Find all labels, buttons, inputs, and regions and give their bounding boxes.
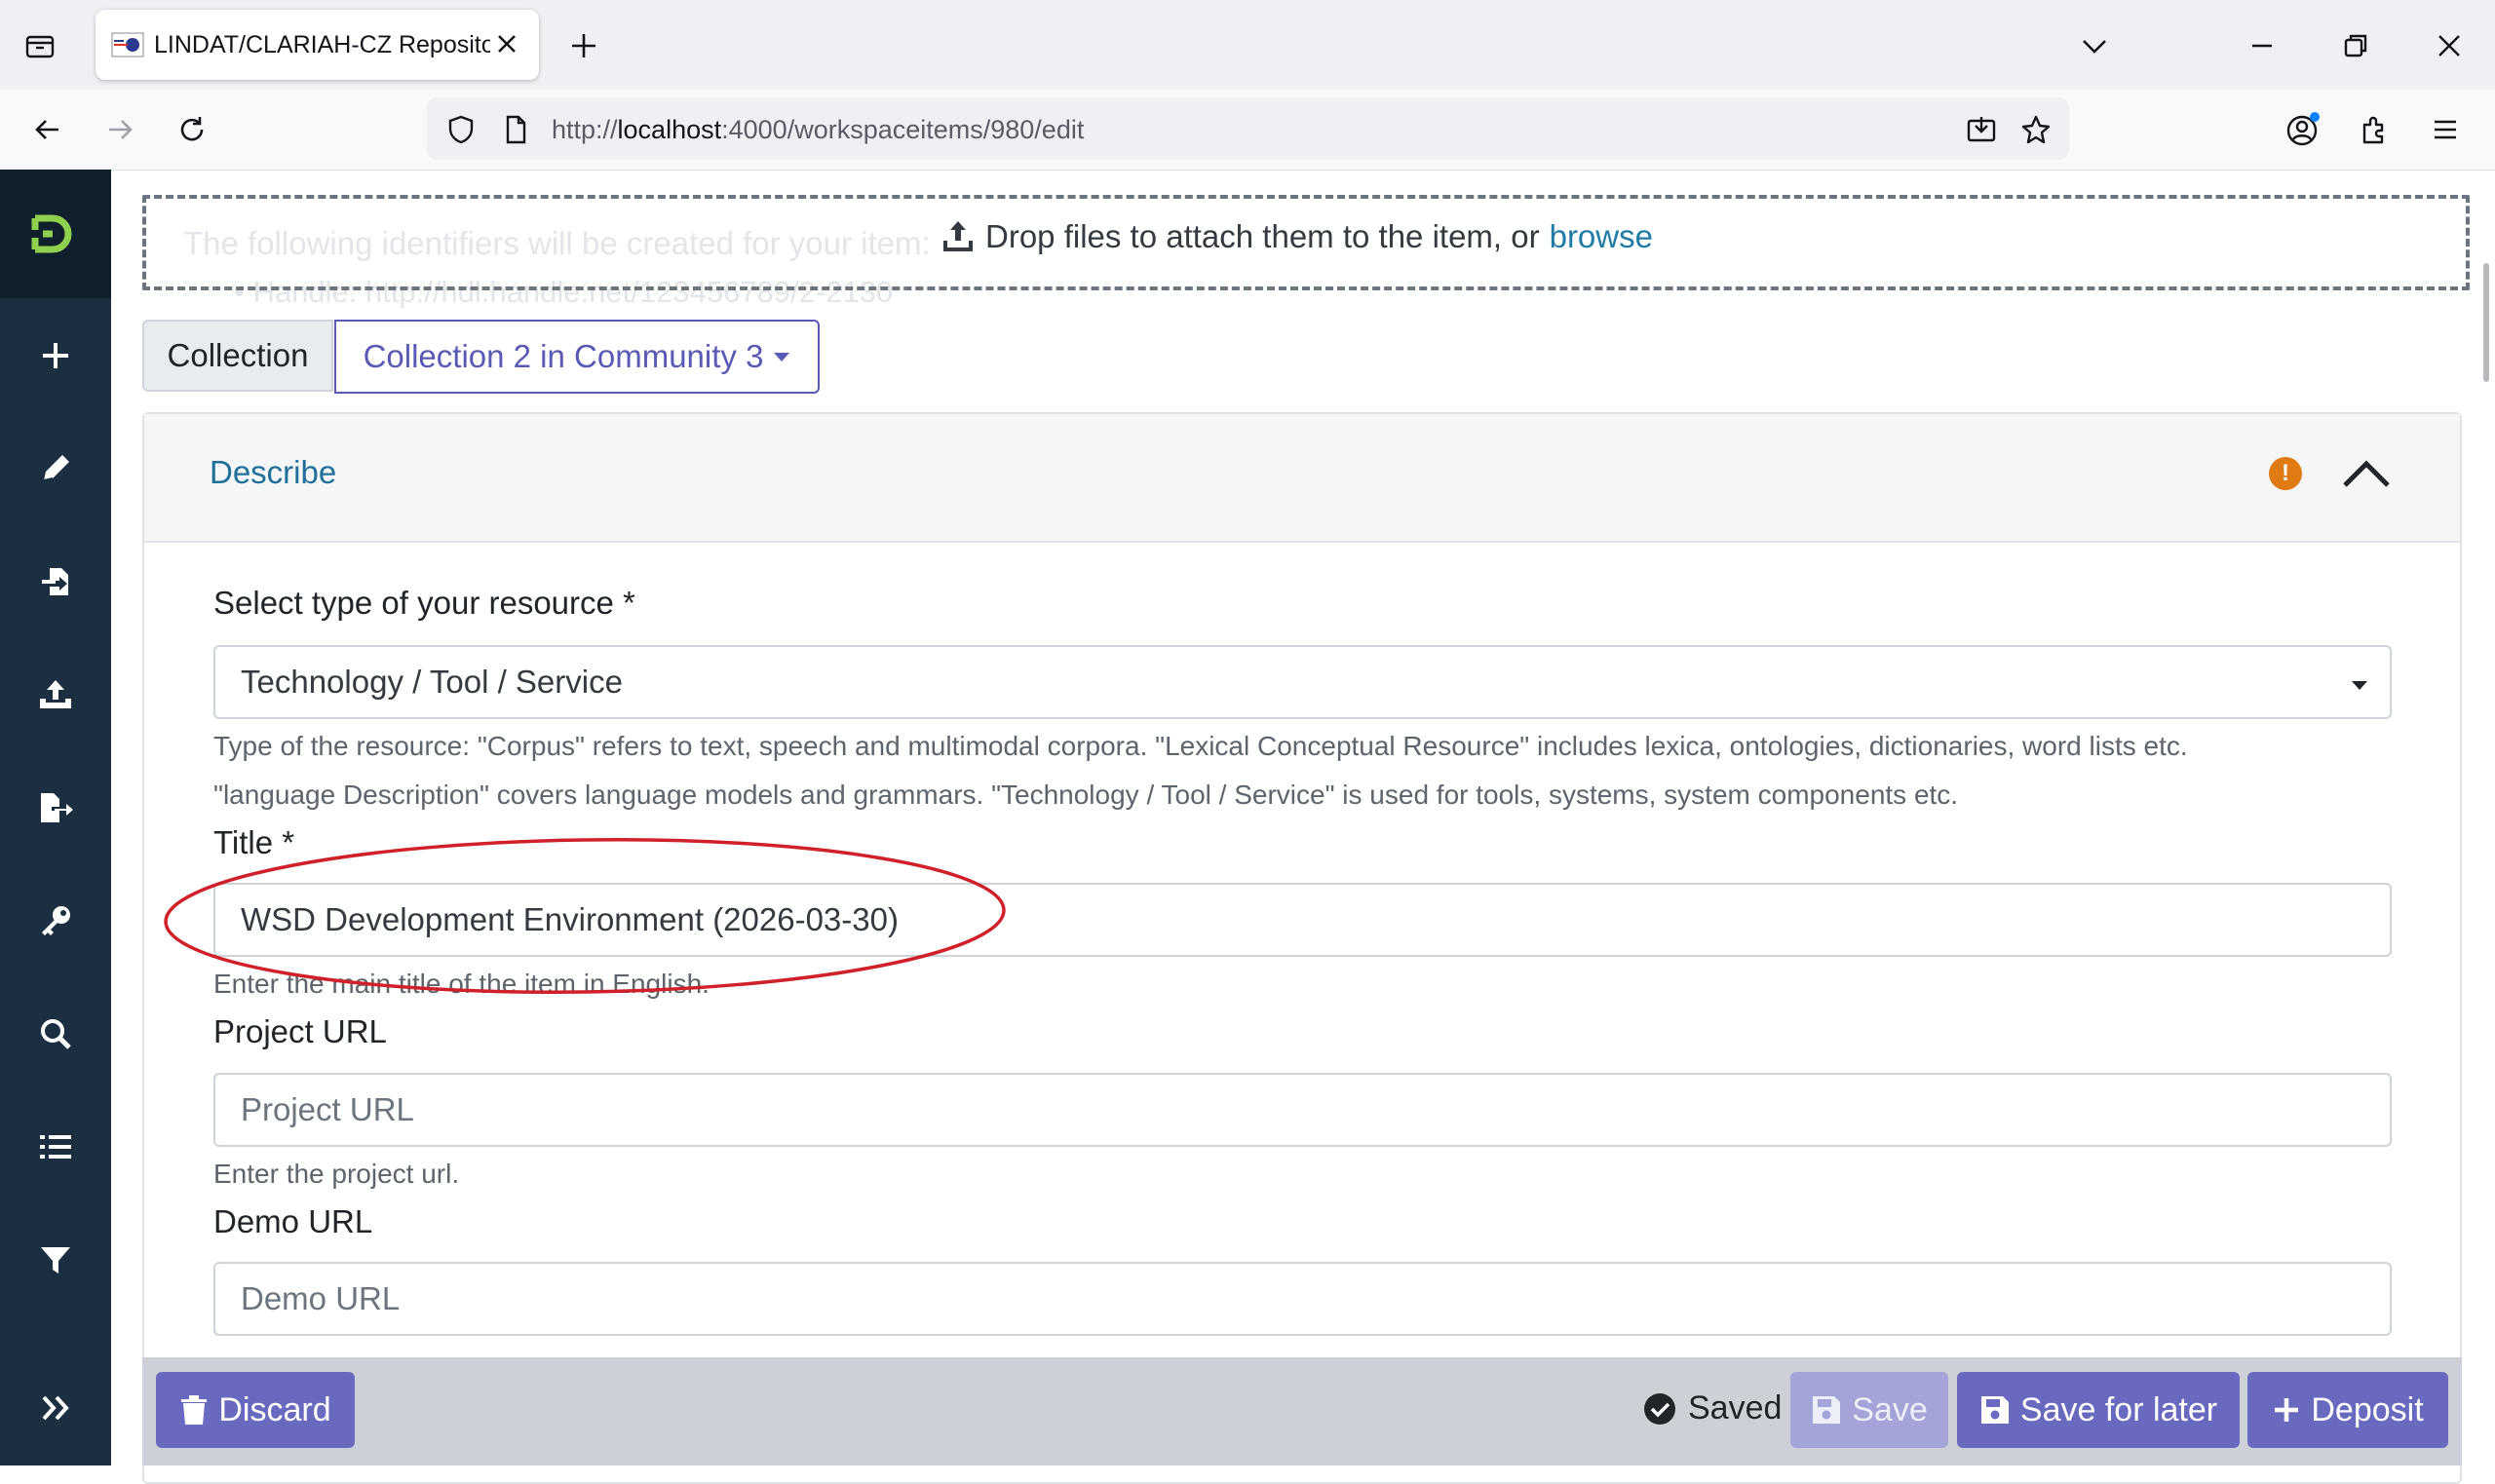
check-circle-icon <box>1643 1392 1676 1426</box>
trash-icon <box>179 1393 209 1427</box>
demo-url-label: Demo URL <box>213 1203 373 1239</box>
describe-section-title[interactable]: Describe <box>210 454 336 491</box>
page-icon[interactable] <box>499 113 532 146</box>
caret-down-icon <box>2351 679 2368 691</box>
save-icon <box>1811 1394 1842 1426</box>
url-host: localhost <box>617 115 722 144</box>
chevron-up-icon[interactable] <box>2339 454 2394 491</box>
expand-icon[interactable] <box>0 1369 111 1447</box>
resource-type-hint: Type of the resource: "Corpus" refers to… <box>213 731 2188 761</box>
caret-down-icon <box>773 351 790 362</box>
collection-value: Collection 2 in Community 3 <box>363 338 764 374</box>
collection-dropdown[interactable]: Collection 2 in Community 3 <box>334 320 820 394</box>
plus-icon <box>2272 1395 2301 1425</box>
project-url-hint: Enter the project url. <box>213 1159 460 1189</box>
upload-icon <box>940 219 976 254</box>
describe-section-header[interactable] <box>144 414 2460 543</box>
url-scheme: http:// <box>552 115 618 144</box>
deposit-button[interactable]: Deposit <box>2247 1372 2448 1448</box>
tab-overflow-icon[interactable] <box>2078 29 2111 62</box>
window-close-icon[interactable] <box>2433 29 2466 62</box>
lindat-favicon-icon <box>111 29 144 60</box>
back-icon[interactable] <box>31 113 64 146</box>
star-icon[interactable] <box>2019 113 2053 146</box>
annotation-ellipse <box>162 833 1019 999</box>
shield-icon[interactable] <box>444 113 478 146</box>
saved-label: Saved <box>1688 1389 1783 1427</box>
discard-label: Discard <box>218 1390 331 1428</box>
resource-type-label: Select type of your resource * <box>213 585 635 621</box>
save-for-later-label: Save for later <box>2019 1390 2218 1428</box>
url-text[interactable]: http://localhost:4000/workspaceitems/980… <box>552 113 1084 146</box>
deposit-label: Deposit <box>2311 1390 2424 1428</box>
save-for-later-button[interactable]: Save for later <box>1957 1372 2240 1448</box>
menu-icon[interactable] <box>2429 113 2462 146</box>
plus-icon[interactable] <box>0 317 111 395</box>
tab-title: LINDAT/CLARIAH-CZ Repository <box>154 31 490 58</box>
search-icon[interactable] <box>0 995 111 1073</box>
saved-status: Saved <box>1643 1389 1782 1427</box>
pencil-icon[interactable] <box>0 430 111 508</box>
browse-link[interactable]: browse <box>1550 218 1653 255</box>
export-icon[interactable] <box>0 769 111 847</box>
resource-type-value: Technology / Tool / Service <box>241 664 623 700</box>
logo-icon[interactable] <box>0 170 111 298</box>
upload-icon[interactable] <box>0 656 111 734</box>
save-button[interactable]: Save <box>1790 1372 1948 1448</box>
url-path: :4000/workspaceitems/980/edit <box>721 115 1085 144</box>
browser-tab[interactable]: LINDAT/CLARIAH-CZ Repository <box>96 10 539 80</box>
new-tab-icon[interactable] <box>567 29 600 62</box>
save-label: Save <box>1852 1390 1928 1428</box>
collection-label: Collection <box>142 320 333 392</box>
demo-url-input[interactable]: Demo URL <box>213 1262 2392 1336</box>
minimize-icon[interactable] <box>2246 29 2279 62</box>
restore-icon[interactable] <box>2339 29 2372 62</box>
page-scrollbar[interactable] <box>2483 263 2489 382</box>
forward-icon[interactable] <box>103 113 136 146</box>
discard-button[interactable]: Discard <box>156 1372 355 1448</box>
reload-icon[interactable] <box>175 113 209 146</box>
list-icon[interactable] <box>0 1108 111 1186</box>
save-icon <box>1979 1394 2011 1426</box>
download-icon[interactable] <box>1965 113 1998 146</box>
import-icon[interactable] <box>0 543 111 621</box>
drop-zone-text: Drop files to attach them to the item, o… <box>985 218 1540 254</box>
filter-icon[interactable] <box>0 1221 111 1299</box>
project-url-placeholder: Project URL <box>241 1091 414 1127</box>
project-url-input[interactable]: Project URL <box>213 1073 2392 1147</box>
drop-zone-message: Drop files to attach them to the item, o… <box>940 218 1653 255</box>
warning-icon: ! <box>2269 457 2302 490</box>
account-icon[interactable] <box>2284 111 2322 148</box>
tab-close-icon[interactable] <box>492 29 521 58</box>
key-icon[interactable] <box>0 882 111 960</box>
resource-type-hint-2: "language Description" covers language m… <box>213 780 1959 810</box>
project-url-label: Project URL <box>213 1013 387 1049</box>
resource-type-select[interactable]: Technology / Tool / Service <box>213 645 2392 719</box>
tab-list-icon[interactable] <box>23 29 57 62</box>
extensions-icon[interactable] <box>2357 113 2390 146</box>
demo-url-placeholder: Demo URL <box>241 1280 401 1316</box>
admin-sidebar <box>0 170 111 1465</box>
